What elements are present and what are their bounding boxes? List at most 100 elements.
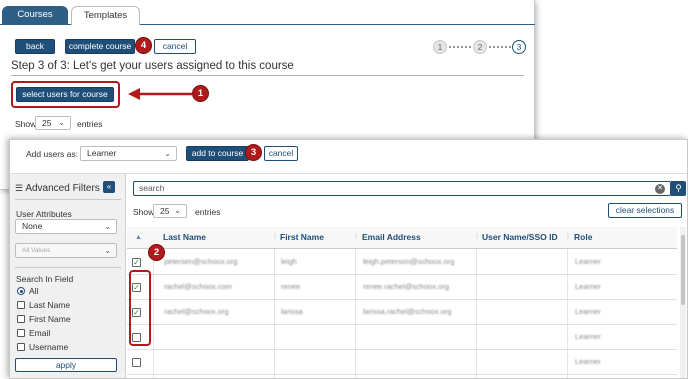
- add-users-bar: Add users as: Learner ⌄ add to course 3 c…: [10, 140, 687, 174]
- tab-courses[interactable]: Courses: [2, 6, 68, 25]
- filters-heading: ☰ Advanced Filters: [15, 183, 100, 194]
- role-cell: Learner: [575, 307, 601, 316]
- column-grip-icon: ⁞: [567, 234, 569, 241]
- role-cell: Learner: [575, 357, 601, 366]
- page-title: Step 3 of 3: Let's get your users assign…: [11, 60, 294, 72]
- column-header-role[interactable]: Role: [574, 232, 592, 242]
- callout-highlight-2: [129, 270, 151, 346]
- callout-badge-3: 3: [245, 144, 262, 161]
- divider: [11, 75, 524, 76]
- callout-badge-1: 1: [192, 85, 209, 102]
- field-username-label: Username: [29, 342, 69, 352]
- chevron-down-icon: ⌄: [104, 246, 111, 255]
- role-cell: Learner: [575, 282, 601, 291]
- sort-icon[interactable]: ▲: [135, 234, 142, 241]
- tab-bar: Courses Templates: [0, 6, 535, 25]
- column-grip-icon: ⁞: [274, 234, 276, 241]
- search-value: search: [139, 183, 165, 193]
- table-header: ▲ Last Name ⁞ First Name ⁞ Email Address…: [127, 227, 677, 249]
- column-header-last-name[interactable]: Last Name: [163, 232, 206, 242]
- field-first-name-label: First Name: [29, 314, 71, 324]
- column-grip-icon: ⁞: [355, 234, 357, 241]
- back-button[interactable]: back: [15, 39, 55, 54]
- last-name-cell: rachel@schoox.com: [164, 282, 233, 291]
- email-cell: leigh.peterson@schoox.org: [363, 257, 455, 266]
- add-users-as-label: Add users as:: [26, 149, 78, 159]
- chevron-down-icon: ⌄: [58, 118, 65, 127]
- step-connector: [489, 46, 511, 48]
- apply-button[interactable]: apply: [15, 358, 117, 372]
- table-row[interactable]: Learner: [127, 325, 677, 350]
- email-cell: renee.rachel@schoox.org: [363, 282, 449, 291]
- last-name-cell: petersen@schoox.org: [164, 257, 238, 266]
- table-scrollbar[interactable]: [680, 227, 686, 378]
- search-input[interactable]: search ✕: [133, 181, 671, 196]
- field-all-radio[interactable]: [17, 287, 25, 295]
- field-email-label: Email: [29, 328, 51, 338]
- row-checkbox-checked[interactable]: ✓: [132, 258, 141, 267]
- first-name-cell: leigh: [281, 257, 297, 266]
- field-all-label: All: [29, 286, 39, 296]
- column-header-email[interactable]: Email Address: [362, 232, 421, 242]
- tab-templates[interactable]: Templates: [71, 6, 140, 25]
- callout-badge-2: 2: [148, 244, 165, 261]
- filters-title: Advanced Filters: [25, 183, 100, 194]
- column-header-first-name[interactable]: First Name: [280, 232, 324, 242]
- field-email-checkbox[interactable]: [17, 329, 25, 337]
- chevron-down-icon: ⌄: [174, 206, 181, 215]
- page-size-value: 25: [160, 206, 170, 216]
- page-size-select[interactable]: 25 ⌄: [35, 116, 71, 130]
- field-last-name-checkbox[interactable]: [17, 301, 25, 309]
- page-size-value: 25: [42, 118, 52, 128]
- field-last-name-label: Last Name: [29, 300, 71, 310]
- role-select[interactable]: Learner ⌄: [80, 146, 177, 161]
- add-users-panel: Add users as: Learner ⌄ add to course 3 c…: [9, 139, 688, 379]
- field-first-name-checkbox[interactable]: [17, 315, 25, 323]
- column-header-username[interactable]: User Name/SSO ID: [482, 232, 558, 242]
- values-placeholder: All Values: [22, 247, 51, 254]
- search-icon[interactable]: ⚲: [671, 181, 686, 196]
- values-select[interactable]: All Values ⌄: [15, 243, 117, 258]
- attribute-select[interactable]: None ⌄: [15, 219, 117, 234]
- step-indicator-3: 3: [512, 40, 526, 54]
- step-indicator-2: 2: [473, 40, 487, 54]
- email-cell: larissa.rachel@schoox.org: [363, 307, 452, 316]
- chevron-down-icon: ⌄: [164, 149, 171, 158]
- show-label: Show: [133, 207, 155, 217]
- table-row[interactable]: ✓ petersen@schoox.org leigh leigh.peters…: [127, 250, 677, 275]
- sliders-icon: ☰: [15, 183, 24, 193]
- step-indicator-1: 1: [433, 40, 447, 54]
- table-row[interactable]: Learner: [127, 350, 677, 375]
- add-to-course-button[interactable]: add to course: [186, 146, 249, 161]
- divider: [15, 199, 121, 200]
- column-grip-icon: ⁞: [476, 234, 478, 241]
- row-checkbox[interactable]: [132, 358, 141, 367]
- attribute-value: None: [22, 221, 43, 231]
- show-label: Show: [15, 119, 37, 129]
- search-in-field-label: Search In Field: [16, 274, 74, 284]
- user-attributes-label: User Attributes: [16, 209, 72, 219]
- scrollbar-thumb[interactable]: [681, 235, 685, 305]
- first-name-cell: renee: [281, 282, 301, 291]
- page-size-select[interactable]: 25 ⌄: [153, 204, 187, 218]
- table-row[interactable]: ✓ rachel@schoox.org larissa larissa.rach…: [127, 300, 677, 325]
- cancel-button[interactable]: cancel: [264, 146, 298, 161]
- chevron-down-icon: ⌄: [104, 222, 111, 231]
- role-cell: Learner: [575, 332, 601, 341]
- role-cell: Learner: [575, 257, 601, 266]
- clear-selections-button[interactable]: clear selections: [608, 203, 682, 218]
- divider: [15, 267, 121, 268]
- field-username-checkbox[interactable]: [17, 343, 25, 351]
- role-value: Learner: [87, 148, 117, 158]
- last-name-cell: rachel@schoox.org: [164, 307, 229, 316]
- step-connector: [449, 46, 471, 48]
- collapse-icon[interactable]: «: [103, 181, 115, 193]
- complete-course-button[interactable]: complete course: [65, 39, 135, 54]
- table-row[interactable]: ✓ rachel@schoox.com renee renee.rachel@s…: [127, 275, 677, 300]
- clear-search-icon[interactable]: ✕: [655, 184, 665, 194]
- entries-label: entries: [77, 119, 103, 129]
- select-users-button[interactable]: select users for course: [16, 87, 114, 102]
- callout-badge-4: 4: [135, 37, 152, 54]
- cancel-button[interactable]: cancel: [154, 39, 196, 54]
- advanced-filters-sidebar: ☰ Advanced Filters « User Attributes Non…: [10, 174, 126, 378]
